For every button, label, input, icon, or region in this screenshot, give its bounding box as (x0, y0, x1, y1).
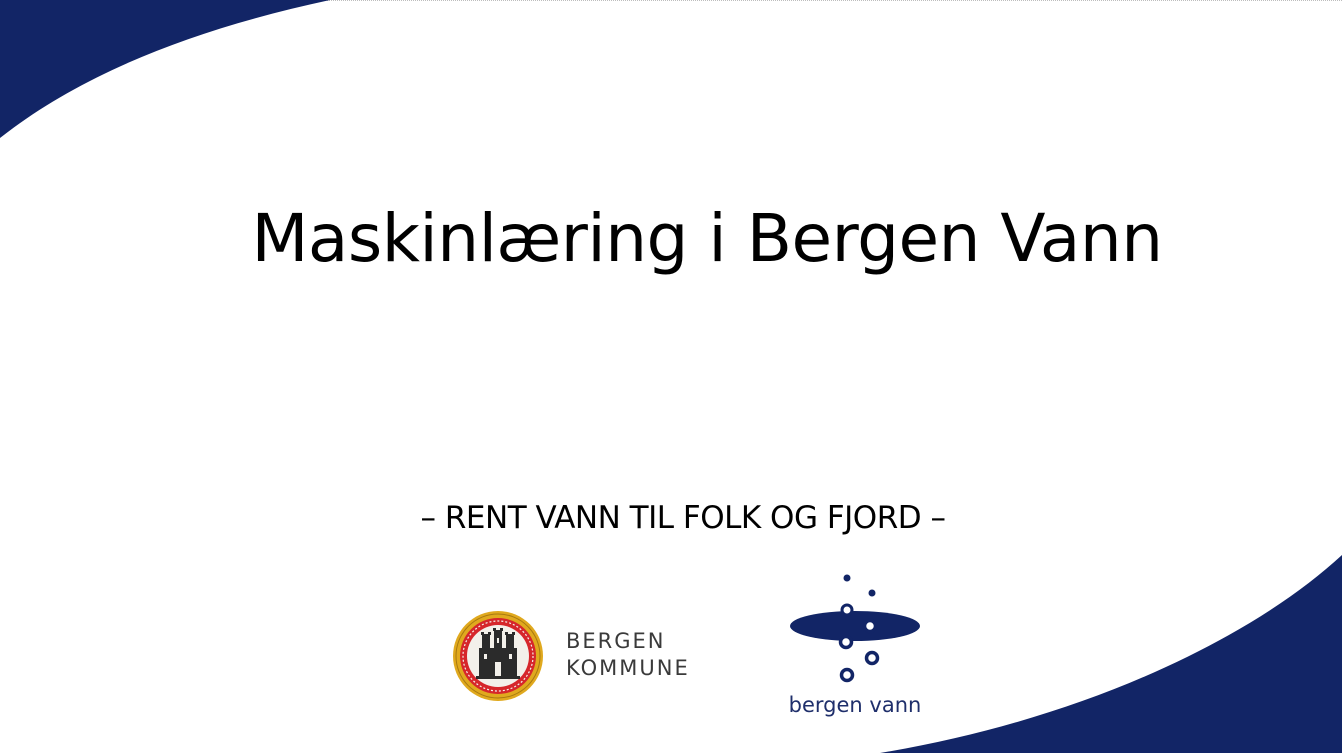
slide-title: Maskinlæring i Bergen Vann (251, 200, 1163, 277)
bergen-vann-wordmark: bergen vann (788, 693, 922, 717)
top-left-swoosh (0, 0, 330, 138)
bergen-seal-icon (453, 611, 543, 701)
water-drops-icon (790, 574, 920, 683)
kommune-line-1: BERGEN (566, 629, 666, 653)
bottom-right-swoosh (880, 555, 1342, 753)
slide-tagline: – RENT VANN TIL FOLK OG FJORD – (420, 500, 946, 536)
kommune-line-2: KOMMUNE (566, 656, 690, 680)
bergen-kommune-logo: BERGEN KOMMUNE (452, 610, 712, 702)
title-slide: Maskinlæring i Bergen Vann – RENT VANN T… (0, 0, 1342, 753)
bergen-kommune-wordmark: BERGEN KOMMUNE (566, 628, 690, 682)
bergen-vann-logo: bergen vann (788, 570, 928, 720)
